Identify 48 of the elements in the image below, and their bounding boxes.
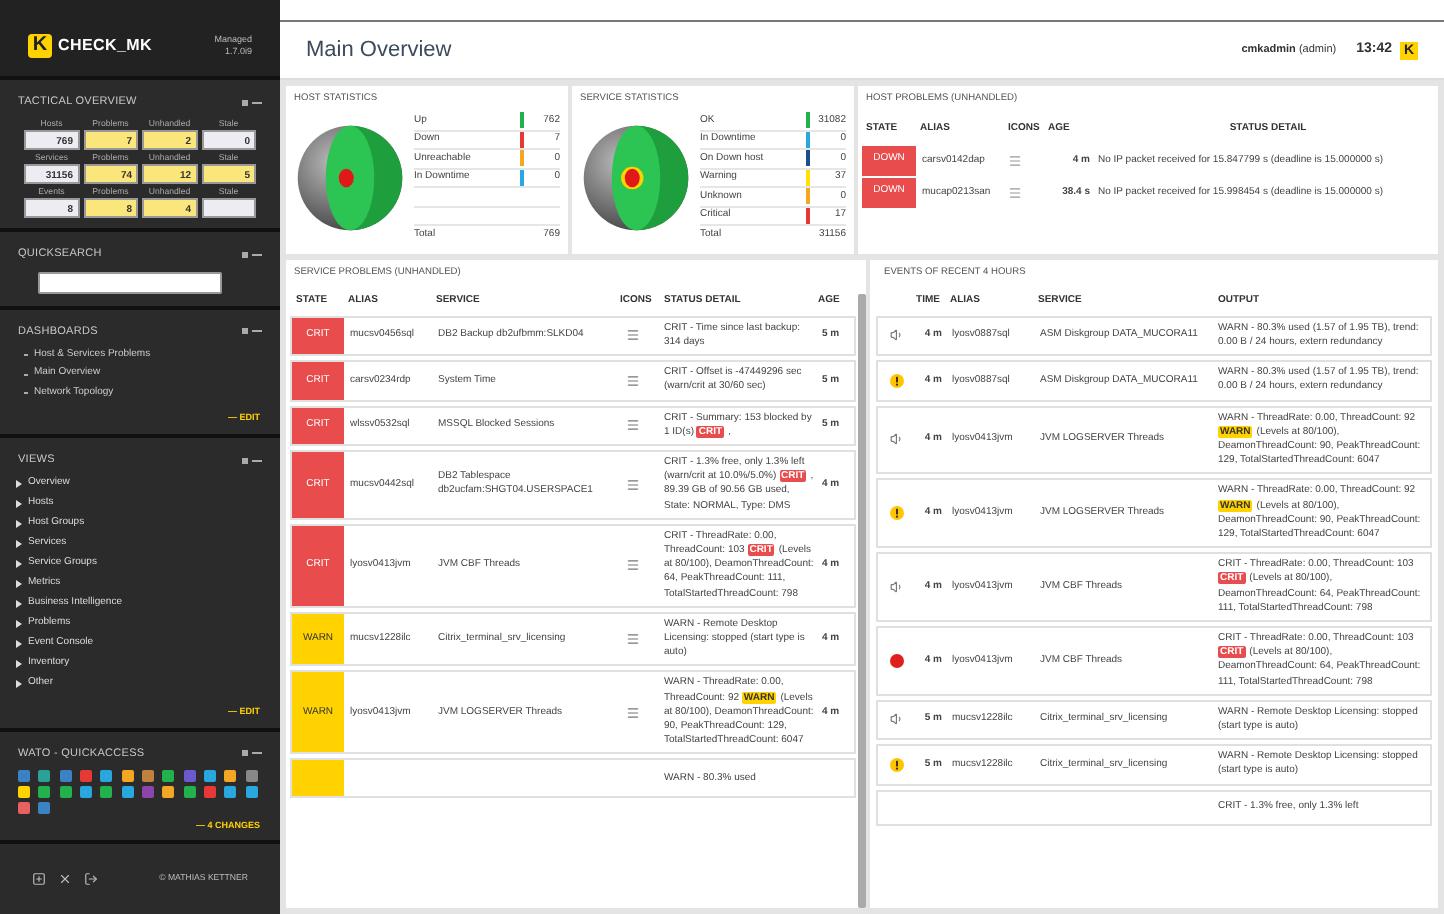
pin-icon[interactable] (242, 457, 248, 464)
menu-icon[interactable] (626, 632, 640, 647)
expand-icon[interactable] (16, 560, 22, 568)
menu-icon[interactable] (626, 418, 640, 433)
logo-mark: K (28, 34, 52, 58)
expand-icon[interactable] (16, 580, 22, 588)
speaker-icon[interactable] (889, 328, 903, 343)
minimize-icon[interactable] (252, 330, 262, 333)
minimize-icon[interactable] (252, 459, 262, 462)
globe-drawing (294, 122, 406, 235)
expand-icon[interactable] (16, 600, 22, 608)
expand-icon[interactable] (16, 540, 22, 548)
expand-icon[interactable] (16, 640, 22, 648)
menu-icon[interactable] (626, 328, 640, 343)
warning-icon[interactable] (889, 373, 903, 388)
state-cell (292, 760, 344, 797)
critical-icon[interactable] (889, 653, 903, 668)
minimize-icon[interactable] (252, 101, 262, 104)
speaker-icon[interactable] (889, 432, 903, 447)
expand-icon[interactable] (16, 660, 22, 668)
logo-text: CHECK_MK (58, 34, 154, 58)
speaker-icon[interactable] (889, 580, 903, 595)
expand-icon[interactable] (16, 480, 22, 488)
minimize-icon[interactable] (252, 253, 262, 256)
speaker-icon[interactable] (889, 712, 903, 727)
search-field[interactable] (38, 271, 222, 293)
logout-icon[interactable] (84, 871, 98, 886)
minimize-icon[interactable] (252, 752, 262, 755)
add-snapin-icon[interactable] (32, 871, 46, 886)
pin-icon[interactable] (242, 99, 248, 106)
menu-icon[interactable] (626, 477, 640, 492)
pin-icon[interactable] (242, 251, 248, 258)
menu-icon[interactable] (626, 705, 640, 720)
menu-icon[interactable] (626, 558, 640, 573)
pin-icon[interactable] (242, 750, 248, 757)
expand-icon[interactable] (16, 620, 22, 628)
tactical-count[interactable] (201, 198, 256, 219)
menu-icon[interactable] (626, 373, 640, 388)
page-title: Main Overview (306, 35, 454, 66)
warning-icon[interactable] (889, 757, 903, 772)
pin-icon[interactable] (242, 328, 248, 335)
expand-icon[interactable] (16, 680, 22, 688)
globe-drawing (580, 122, 692, 235)
expand-icon[interactable] (16, 520, 22, 528)
warning-icon[interactable] (889, 506, 903, 521)
expand-icon[interactable] (16, 500, 22, 508)
scrollbar[interactable] (858, 294, 866, 908)
close-icon[interactable] (58, 871, 72, 886)
